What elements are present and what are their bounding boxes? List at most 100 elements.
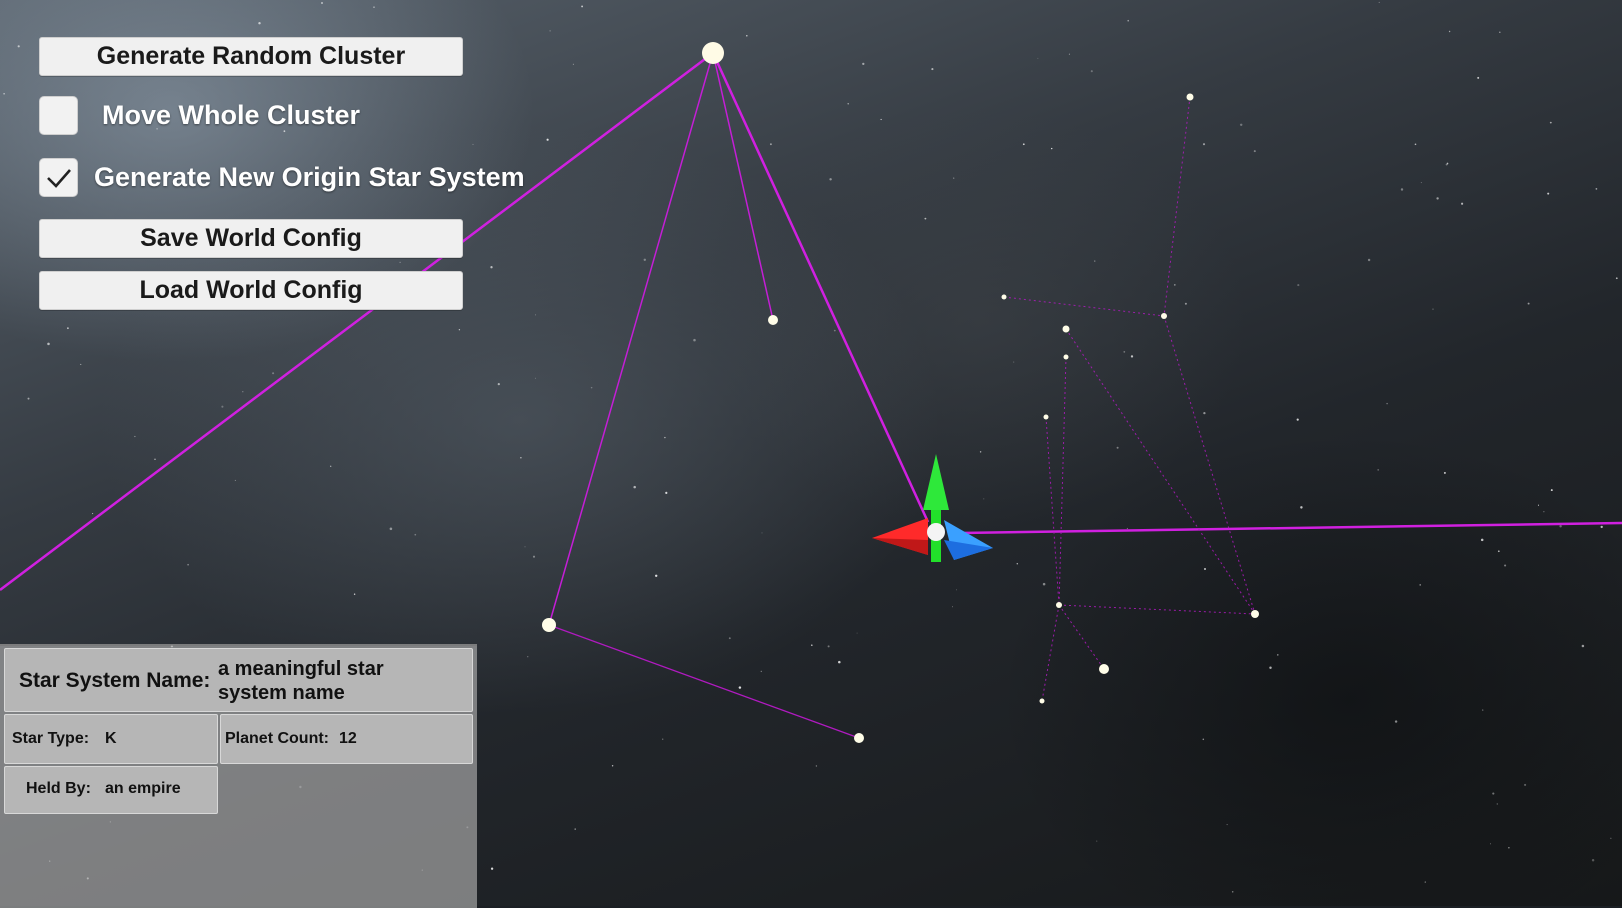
background-star [880, 118, 882, 121]
background-star [330, 465, 332, 467]
background-star [829, 178, 832, 181]
star-system[interactable] [1043, 414, 1049, 420]
star-system-info-panel: Star System Name: a meaningful star syst… [0, 644, 477, 908]
background-star [1448, 30, 1451, 33]
held-by-label: Held By: [26, 780, 91, 797]
background-star [1297, 284, 1300, 287]
background-star [1231, 891, 1234, 893]
generate-new-origin-checkbox[interactable] [39, 158, 78, 197]
background-star [760, 670, 762, 673]
background-star [1013, 361, 1015, 363]
background-star [92, 513, 94, 515]
move-whole-cluster-toggle[interactable]: Move Whole Cluster [39, 96, 360, 135]
lane-origin-to-gizmo [711, 52, 930, 523]
transform-gizmo[interactable] [872, 454, 993, 562]
background-star [574, 828, 576, 830]
star-system[interactable] [1099, 664, 1109, 674]
background-star [1277, 654, 1279, 656]
background-star [931, 68, 934, 71]
star-system[interactable] [1056, 602, 1062, 608]
background-star [497, 382, 500, 386]
background-star [258, 21, 261, 25]
background-star [1378, 1, 1380, 3]
star-system[interactable] [854, 733, 864, 743]
gizmo-center-icon [927, 523, 945, 541]
background-star [815, 765, 818, 767]
star-system[interactable] [542, 618, 556, 632]
background-star [581, 5, 584, 8]
star-system[interactable] [1063, 354, 1069, 360]
background-star [952, 606, 953, 608]
background-star [924, 217, 927, 220]
star-system[interactable] [1062, 325, 1070, 333]
gizmo-y-arrow-icon [923, 454, 949, 510]
background-star [590, 386, 593, 389]
star-system[interactable] [1251, 610, 1259, 618]
background-star [664, 436, 666, 439]
lane-origin-down-left [548, 52, 714, 626]
background-star [321, 2, 323, 4]
star-system-name-cell: Star System Name: a meaningful star syst… [4, 648, 473, 712]
background-star [1239, 123, 1243, 127]
load-world-config-button[interactable]: Load World Config [39, 271, 463, 310]
held-by-cell: Held By: an empire [4, 766, 218, 814]
held-by-value: an empire [105, 780, 181, 797]
background-star [1419, 584, 1421, 586]
background-star [1123, 351, 1126, 353]
background-star [524, 546, 526, 548]
background-star [1126, 527, 1129, 530]
background-star [17, 45, 20, 48]
background-star [80, 363, 82, 365]
origin-star[interactable] [702, 42, 724, 64]
background-star [1610, 837, 1612, 839]
star-system[interactable] [1186, 93, 1194, 101]
background-star [1591, 858, 1595, 862]
background-star [546, 138, 549, 141]
background-star [1461, 202, 1464, 205]
background-star [1127, 19, 1129, 22]
background-star [1496, 803, 1499, 805]
star-type-label: Star Type: [12, 730, 90, 747]
background-star [1022, 143, 1025, 146]
background-star [1400, 188, 1404, 191]
star-type-cell: Star Type: K [4, 714, 218, 764]
background-star [655, 574, 658, 577]
background-star [1581, 644, 1585, 648]
star-system[interactable] [1161, 313, 1167, 319]
background-star [134, 435, 136, 438]
star-system[interactable] [1039, 698, 1045, 704]
background-star [1037, 57, 1039, 59]
generate-random-cluster-button[interactable]: Generate Random Cluster [39, 37, 463, 76]
star-system[interactable] [768, 315, 778, 325]
move-whole-cluster-checkbox[interactable] [39, 96, 78, 135]
background-star [1173, 284, 1176, 286]
background-star [527, 656, 529, 658]
background-star [1367, 258, 1371, 262]
background-star [983, 498, 985, 500]
generate-new-origin-toggle[interactable]: Generate New Origin Star System [39, 158, 525, 197]
background-star [838, 660, 841, 664]
background-star [373, 6, 375, 8]
background-star [1253, 150, 1256, 153]
background-star [27, 397, 30, 400]
background-star [520, 457, 522, 459]
background-star [1489, 843, 1491, 845]
lane-bottom [548, 624, 860, 739]
background-star [728, 637, 731, 640]
star-system[interactable] [1001, 294, 1007, 300]
background-star [761, 532, 763, 534]
background-star [643, 258, 646, 261]
background-star [1432, 308, 1434, 310]
background-star [847, 103, 849, 105]
background-star [827, 645, 830, 648]
background-star [1016, 562, 1019, 565]
checkmark-icon [46, 168, 71, 188]
background-star [1096, 840, 1098, 842]
star-type-value: K [105, 730, 117, 747]
background-star [1480, 538, 1484, 542]
background-star [1504, 564, 1507, 567]
background-star [769, 143, 772, 146]
background-star [1497, 550, 1500, 553]
background-star [662, 738, 664, 740]
save-world-config-button[interactable]: Save World Config [39, 219, 463, 258]
